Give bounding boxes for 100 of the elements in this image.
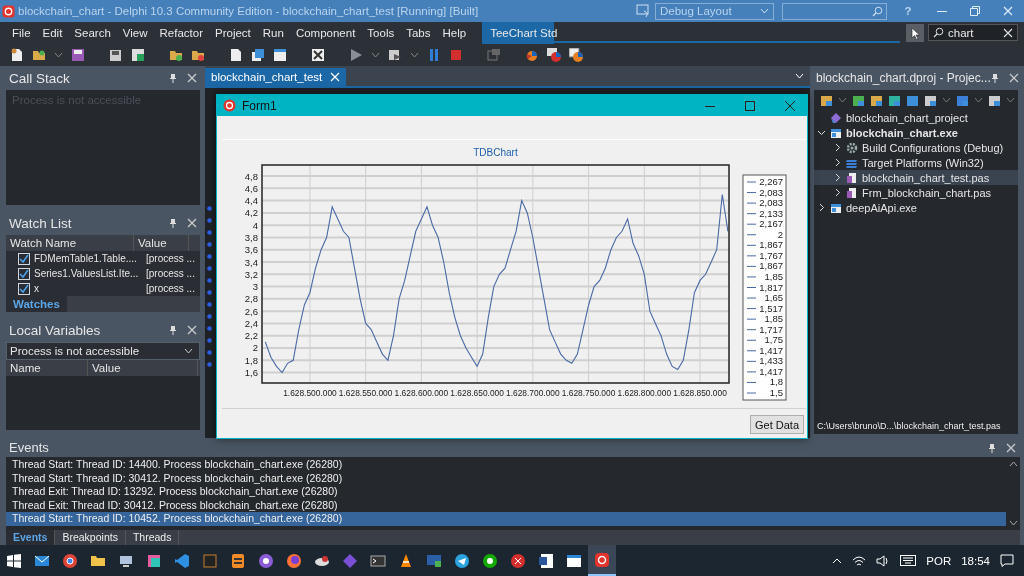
caret-icon[interactable] [410, 52, 419, 58]
event-row[interactable]: Thread Exit: Thread ID: 30412. Process blockchain_chart.exe (26280) [6, 498, 1006, 513]
checkbox[interactable] [18, 282, 30, 295]
chart-icon[interactable] [525, 48, 539, 62]
event-row[interactable]: Thread Start: Thread ID: 14400. Process blockchain_chart.exe (26280) [6, 458, 1006, 472]
menu-item[interactable]: Help [436, 22, 473, 44]
menu-item[interactable]: Edit [36, 22, 69, 44]
taskbar-button[interactable] [588, 545, 616, 576]
axis-tick-label: 3,4 [244, 256, 258, 268]
checkbox[interactable] [18, 267, 30, 280]
checkbox[interactable] [18, 252, 30, 265]
caret-icon[interactable] [184, 348, 193, 354]
scroll-up-icon[interactable] [1008, 461, 1018, 467]
keyboard-icon[interactable] [900, 555, 917, 566]
tree-item[interactable]: deepAiApi.exe [814, 200, 1018, 215]
wifi-icon[interactable] [852, 554, 867, 567]
tree-item[interactable]: blockchain_chart_test.pas [814, 170, 1018, 185]
toolbar-icon[interactable] [820, 93, 833, 107]
column-header[interactable]: Name [6, 360, 88, 376]
toolbar-icon[interactable] [988, 93, 1001, 107]
toolbar-icon[interactable] [924, 93, 937, 107]
new-file-icon[interactable] [10, 48, 24, 62]
file-path: C:\Users\bruno\D...\blockchain_chart_test.pas [816, 421, 1002, 433]
caret-icon[interactable] [371, 52, 380, 58]
toolbar-icon[interactable] [852, 93, 865, 107]
column-header[interactable]: Value [134, 235, 189, 251]
play-icon[interactable] [349, 48, 363, 62]
axis-tick-label: 2,6 [244, 305, 258, 317]
event-row[interactable]: Thread Start: Thread ID: 30412. Process blockchain_chart.exe (26280) [6, 471, 1006, 486]
legend-item: 1,5 [746, 387, 783, 398]
toolbar-icon[interactable] [870, 93, 883, 107]
file-icon[interactable] [229, 48, 243, 62]
tree-item[interactable]: blockchain_chart_project [814, 110, 1018, 125]
pause-icon[interactable] [427, 48, 441, 62]
legend-item: 1,433 [746, 355, 783, 367]
menu-item[interactable]: Tabs [400, 22, 437, 44]
remove-folder-icon[interactable] [191, 48, 205, 62]
menu-item[interactable]: Component [289, 22, 362, 44]
toolbar-icon[interactable] [888, 93, 901, 107]
search-field[interactable] [782, 2, 887, 20]
menu-item[interactable]: Refactor [153, 22, 209, 44]
menu-item[interactable]: Run [256, 22, 290, 44]
pin-icon[interactable] [169, 73, 177, 83]
window-icon[interactable] [131, 48, 145, 62]
toolbar-icon[interactable] [906, 93, 919, 107]
panel-tab[interactable]: Events [6, 530, 56, 545]
caret-icon[interactable] [54, 52, 63, 58]
window-icon[interactable] [273, 48, 287, 62]
pin-icon[interactable] [169, 325, 177, 335]
save-icon[interactable] [71, 48, 85, 62]
search-field[interactable]: chart [928, 24, 1018, 41]
menu-item[interactable]: Project [209, 22, 257, 44]
palette-tab[interactable]: TeeChart Std [482, 22, 555, 44]
panel-tab[interactable]: Watches [6, 296, 67, 312]
tree-item[interactable]: Build Configurations (Debug) [814, 140, 1018, 155]
scope-combo[interactable]: Process is not accessible [6, 342, 200, 360]
stop-icon[interactable] [449, 48, 463, 62]
add-folder-icon[interactable] [169, 48, 183, 62]
scroll-down-icon[interactable] [1008, 520, 1018, 526]
editor-tab[interactable]: blockchain_chart_test [205, 68, 347, 86]
close-icon[interactable] [1003, 27, 1013, 38]
save-all-icon[interactable] [109, 48, 123, 62]
window-icon [566, 552, 582, 569]
speaker-icon[interactable] [876, 554, 891, 567]
event-row[interactable]: Thread Exit: Thread ID: 13292. Process blockchain_chart.exe (26280) [6, 485, 1006, 499]
get-data-button[interactable]: Get Data [750, 415, 804, 434]
axis-tick-label: 3,2 [244, 268, 258, 280]
column-header[interactable]: Watch Name [6, 235, 134, 251]
search-icon [933, 27, 944, 38]
event-row[interactable]: Thread Start: Thread ID: 10452. Process blockchain_chart.exe (26280) [6, 512, 1006, 526]
tree-item[interactable]: Frm_blockchain_chart.pas [814, 185, 1018, 200]
language-indicator[interactable]: POR [926, 554, 952, 567]
legend-item: 1,8 [746, 376, 783, 388]
windows-icon[interactable] [251, 48, 265, 62]
chart-icon[interactable] [547, 48, 561, 62]
clock[interactable]: 18:54 [961, 554, 990, 567]
menu-item[interactable]: View [116, 22, 154, 44]
menu-item[interactable]: File [6, 22, 37, 44]
pin-icon[interactable] [988, 442, 996, 453]
chart-icon[interactable] [569, 48, 583, 62]
pin-icon[interactable] [990, 73, 999, 83]
chevron-up-icon[interactable] [832, 557, 843, 564]
axis-tick-label: 1.628.550.000 [338, 388, 393, 398]
pin-icon[interactable] [169, 218, 177, 228]
notification-icon[interactable] [1000, 554, 1014, 567]
restore-icon [969, 6, 980, 16]
breakpoint-dot-icon [207, 290, 212, 295]
breakpoint-dot-icon [207, 302, 212, 307]
watch-name: x [34, 283, 40, 294]
column-header[interactable]: Value [88, 360, 198, 376]
open-folder-icon[interactable] [32, 48, 46, 62]
breakpoint-dot-icon [207, 278, 212, 283]
tree-item[interactable]: blockchain_chart.exe [814, 125, 1018, 140]
menu-item[interactable]: Tools [361, 22, 401, 44]
pointer-button[interactable] [906, 24, 924, 42]
toolbar-icon[interactable] [956, 93, 969, 107]
tree-item[interactable]: Target Platforms (Win32) [814, 155, 1018, 170]
unit-file-icon [846, 171, 858, 184]
axis-tick-label: 1.628.500.000 [283, 388, 337, 398]
menu-item[interactable]: Search [68, 22, 117, 44]
